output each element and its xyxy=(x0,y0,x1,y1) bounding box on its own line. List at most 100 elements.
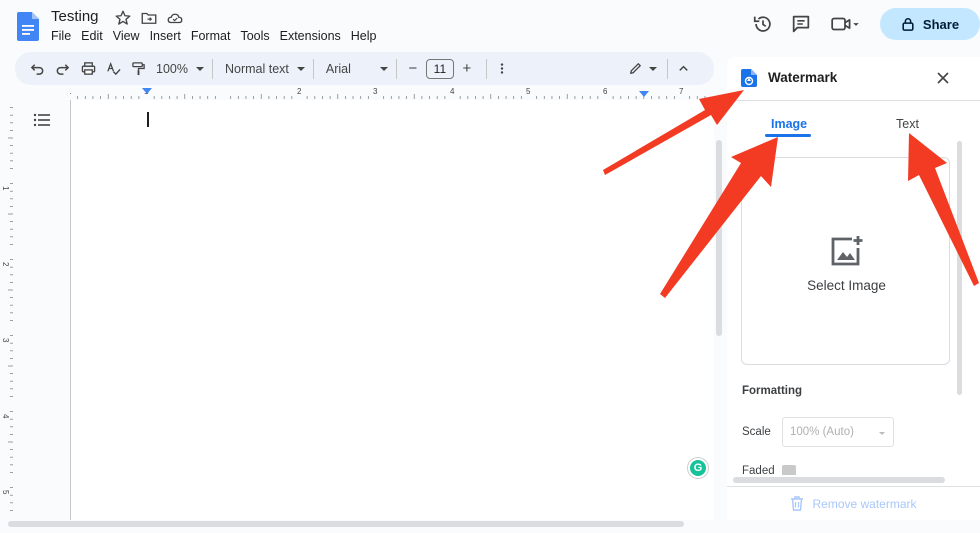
watermark-addon-icon xyxy=(741,69,757,87)
chevron-down-icon xyxy=(296,66,305,71)
ruler-label: 4 xyxy=(1,414,10,419)
spellcheck-icon xyxy=(106,61,121,76)
share-button[interactable]: Share xyxy=(880,8,980,40)
print-icon xyxy=(81,62,95,75)
menu-edit[interactable]: Edit xyxy=(81,29,108,43)
chevron-down-icon xyxy=(379,66,388,71)
active-tab-indicator xyxy=(765,134,811,137)
comments-icon[interactable] xyxy=(790,13,812,35)
style-value: Normal text xyxy=(224,61,289,76)
font-value: Arial xyxy=(325,61,351,76)
formatting-heading: Formatting xyxy=(742,385,803,397)
redo-button[interactable] xyxy=(52,57,72,81)
chevron-up-icon xyxy=(679,65,689,71)
undo-icon xyxy=(30,64,43,75)
print-button[interactable] xyxy=(78,57,98,81)
collapse-toolbar-button[interactable] xyxy=(676,57,692,81)
remove-watermark-button[interactable]: Remove watermark xyxy=(727,486,980,520)
ruler-label: 3 xyxy=(373,87,378,96)
ruler-label: 3 xyxy=(1,338,10,343)
font-size-value: 11 xyxy=(425,58,454,79)
ruler-label: 5 xyxy=(1,490,10,495)
faded-label: Faded xyxy=(742,465,775,475)
ruler-label: 1 xyxy=(1,186,10,191)
star-icon[interactable] xyxy=(114,9,132,27)
menu-extensions[interactable]: Extensions xyxy=(280,29,346,43)
panel-title: Watermark xyxy=(768,70,838,85)
menu-insert[interactable]: Insert xyxy=(150,29,186,43)
lock-icon xyxy=(902,18,914,31)
google-docs-icon[interactable] xyxy=(17,12,39,41)
add-photo-icon xyxy=(831,236,863,266)
editing-mode-select[interactable] xyxy=(627,57,659,81)
tab-text[interactable]: Text xyxy=(896,117,919,131)
ruler-label: 5 xyxy=(526,87,531,96)
scale-select[interactable]: 100% (Auto) xyxy=(782,417,894,447)
panel-horizontal-scrollbar[interactable] xyxy=(733,477,945,483)
toolbar-divider xyxy=(395,58,397,79)
toolbar-divider xyxy=(666,58,668,79)
font-size-field[interactable]: 11 xyxy=(425,57,454,81)
chevron-down-icon xyxy=(879,432,885,435)
ruler-label: 4 xyxy=(450,87,455,96)
document-page[interactable] xyxy=(70,100,714,520)
paint-format-icon xyxy=(131,62,145,76)
increase-font-size-button[interactable]: + xyxy=(456,57,478,81)
menu-view[interactable]: View xyxy=(113,29,145,43)
document-vertical-scrollbar[interactable] xyxy=(716,140,722,336)
horizontal-ruler[interactable]: 1 1 2 3 4 5 6 7 xyxy=(70,86,710,100)
menu-format[interactable]: Format xyxy=(191,29,236,43)
select-image-dropzone[interactable]: Select Image xyxy=(741,157,950,365)
ruler-labels: 1 1 2 3 4 5 6 7 xyxy=(70,87,684,96)
trash-icon xyxy=(791,496,804,511)
ruler-label: 2 xyxy=(297,87,302,96)
font-select[interactable]: Arial xyxy=(326,57,388,81)
document-horizontal-scrollbar[interactable] xyxy=(8,521,684,527)
scale-value: 100% (Auto) xyxy=(790,426,854,438)
top-bar: Testing File Edit View Insert Format Too… xyxy=(0,0,980,50)
chevron-down-icon xyxy=(195,66,204,71)
menu-tools[interactable]: Tools xyxy=(240,29,274,43)
close-icon[interactable] xyxy=(936,71,950,85)
ruler-label: 2 xyxy=(1,262,10,267)
zoom-select[interactable]: 100% xyxy=(156,57,204,81)
ruler-label: 6 xyxy=(603,87,608,96)
toolbar-divider xyxy=(312,58,314,79)
ruler-label: 7 xyxy=(679,87,684,96)
remove-watermark-label: Remove watermark xyxy=(812,496,917,511)
undo-button[interactable] xyxy=(27,57,47,81)
move-to-folder-icon[interactable] xyxy=(140,9,158,27)
more-options-button[interactable] xyxy=(495,57,509,81)
menu-file[interactable]: File xyxy=(51,29,76,43)
text-cursor xyxy=(147,112,149,127)
toolbar-divider xyxy=(485,58,487,79)
tab-image[interactable]: Image xyxy=(771,117,807,131)
formatting-toolbar: 100% Normal text Arial − 11 + xyxy=(15,52,714,85)
style-select[interactable]: Normal text xyxy=(225,57,305,81)
watermark-panel: Watermark Image Text Select Image Format… xyxy=(727,57,980,520)
version-history-icon[interactable] xyxy=(752,13,774,35)
document-outline-icon[interactable] xyxy=(33,112,51,128)
document-title[interactable]: Testing xyxy=(51,8,99,25)
menu-help[interactable]: Help xyxy=(351,29,382,43)
grammarly-button[interactable]: G xyxy=(688,458,708,478)
panel-vertical-scrollbar[interactable] xyxy=(957,141,962,395)
ruler-label: 1 xyxy=(70,87,72,96)
ruler-ticks xyxy=(77,94,706,99)
chevron-down-icon xyxy=(649,66,658,71)
decrease-font-size-button[interactable]: − xyxy=(405,57,421,81)
zoom-value: 100% xyxy=(156,61,188,76)
vertical-ruler[interactable]: 1 2 3 4 5 xyxy=(0,100,14,520)
select-image-label: Select Image xyxy=(807,278,886,293)
spelling-button[interactable] xyxy=(103,57,123,81)
meet-camera-icon[interactable] xyxy=(828,13,862,35)
ruler-ticks xyxy=(8,107,13,511)
paint-format-button[interactable] xyxy=(128,57,148,81)
right-indent-marker[interactable] xyxy=(639,91,649,97)
more-vert-icon xyxy=(500,63,504,74)
faded-checkbox[interactable] xyxy=(782,465,796,475)
cloud-status-icon[interactable] xyxy=(166,9,184,27)
share-label: Share xyxy=(922,16,960,32)
toolbar-divider xyxy=(211,58,213,79)
panel-header: Watermark xyxy=(727,57,980,101)
